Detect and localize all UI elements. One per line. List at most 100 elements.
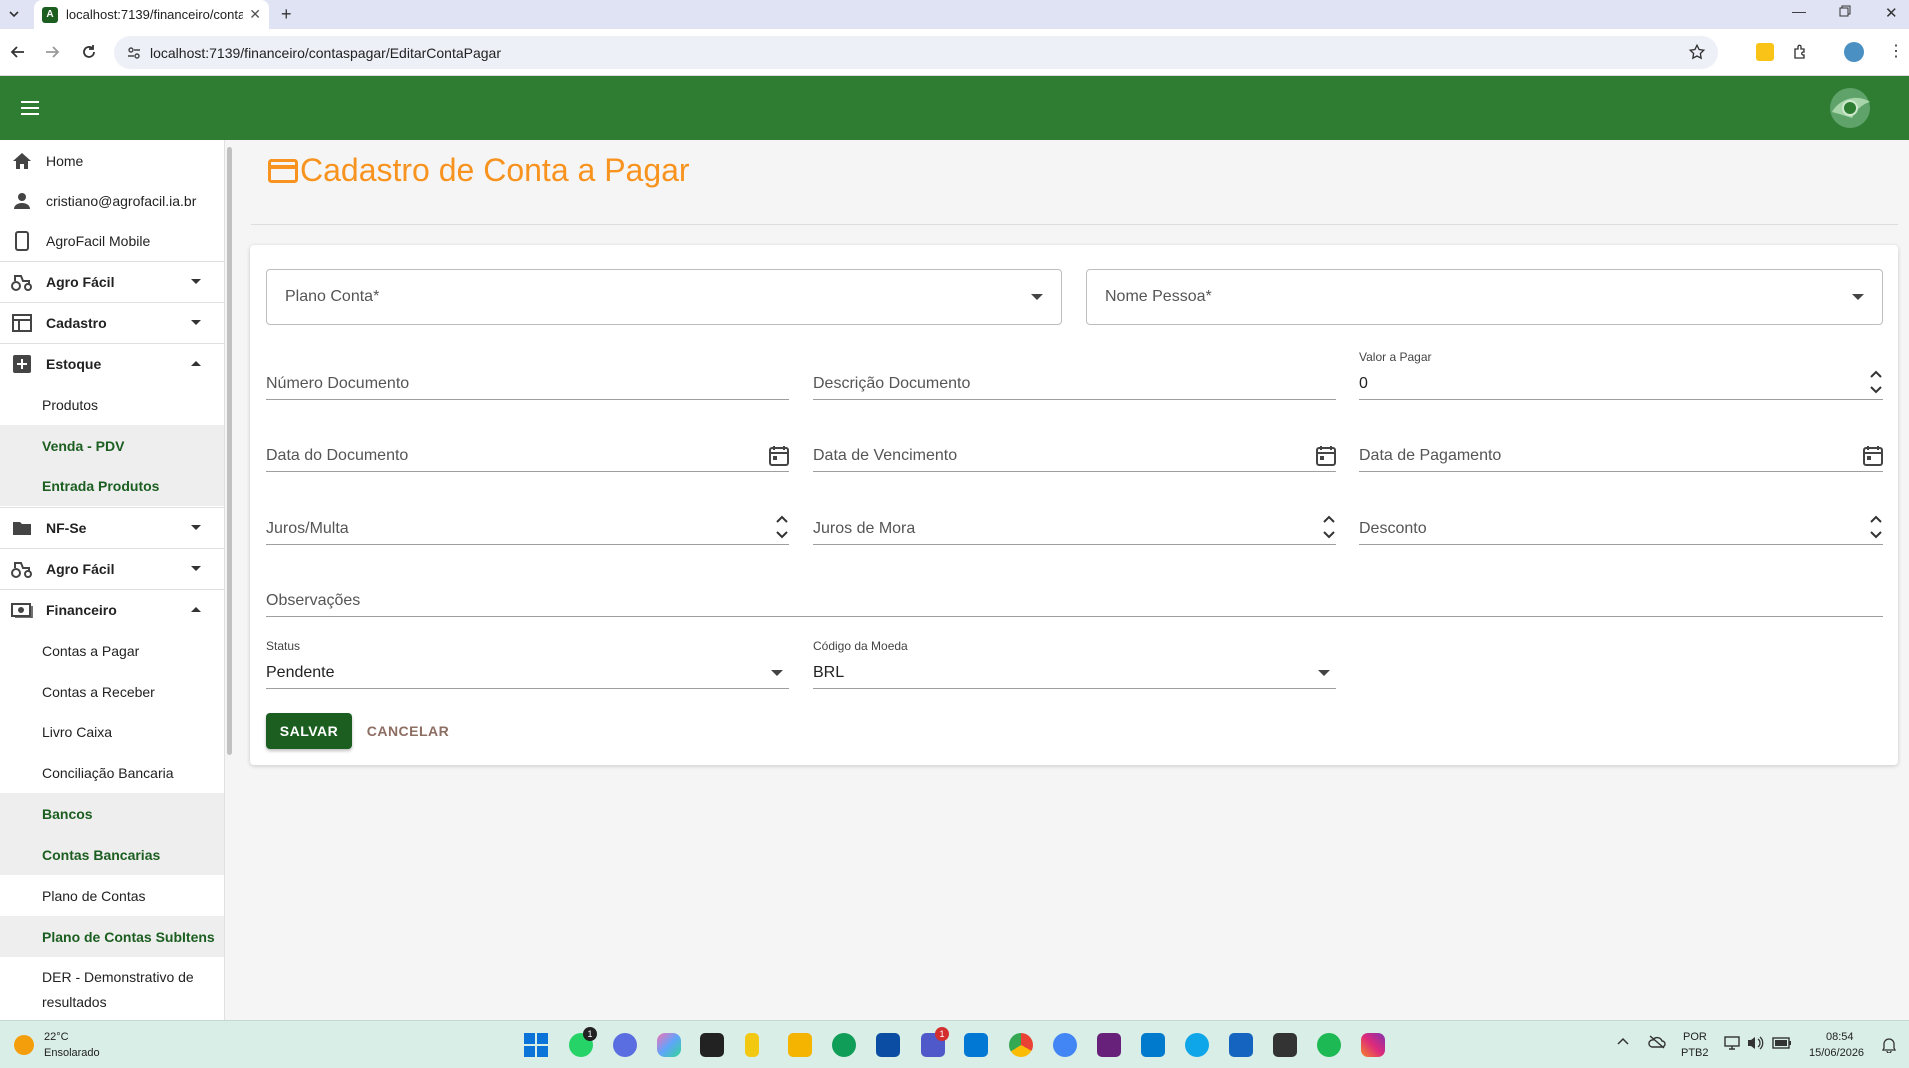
forward-icon[interactable]	[44, 44, 60, 60]
add-box-icon	[11, 353, 33, 375]
visual-studio-icon[interactable]	[1097, 1033, 1121, 1057]
minimize-icon[interactable]: —	[1792, 3, 1806, 19]
copilot-icon[interactable]	[657, 1033, 681, 1057]
tray-chevron-up-icon[interactable]	[1617, 1037, 1629, 1045]
chrome-icon[interactable]	[1009, 1033, 1033, 1057]
battery-icon[interactable]	[1772, 1037, 1792, 1049]
observacoes-field[interactable]: Observações	[266, 567, 1883, 617]
sidebar-item-label: Plano de Contas	[42, 887, 146, 904]
cloud-off-icon[interactable]	[1648, 1035, 1666, 1049]
extensions-puzzle-icon[interactable]	[1792, 43, 1810, 61]
extension-icon[interactable]	[1756, 43, 1774, 61]
powerbi-icon[interactable]	[745, 1033, 759, 1057]
browser-tab[interactable]: A localhost:7139/financeiro/conta ✕	[34, 0, 269, 29]
store-icon[interactable]	[876, 1033, 900, 1057]
network-icon[interactable]	[1724, 1035, 1740, 1051]
onedrive-icon[interactable]	[1185, 1033, 1209, 1057]
sidebar-item-produtos[interactable]: Produtos	[0, 384, 224, 425]
cancel-button[interactable]: CANCELAR	[358, 713, 458, 749]
codigo-moeda-value: BRL	[813, 664, 845, 681]
sidebar-item-der[interactable]: DER - Demonstrativo de resultados	[0, 957, 210, 1017]
nome-pessoa-select[interactable]: Nome Pessoa*	[1086, 269, 1883, 325]
sidebar-group-agro-facil[interactable]: Agro Fácil	[0, 261, 224, 302]
number-stepper-icon[interactable]	[1322, 514, 1336, 540]
file-explorer-icon[interactable]	[788, 1033, 812, 1057]
plano-conta-select[interactable]: Plano Conta*	[266, 269, 1062, 325]
sidebar-group-nfse[interactable]: NF-Se	[0, 507, 224, 548]
spotify-icon[interactable]	[1317, 1033, 1341, 1057]
keyboard-layout[interactable]: PTB2	[1681, 1047, 1709, 1059]
instagram-icon[interactable]	[1361, 1033, 1385, 1057]
sidebar-group-financeiro[interactable]: Financeiro	[0, 589, 224, 630]
database-icon[interactable]	[1229, 1033, 1253, 1057]
sidebar-item-plano-contas[interactable]: Plano de Contas	[0, 875, 224, 916]
reload-icon[interactable]	[80, 43, 98, 61]
language-indicator[interactable]: POR	[1683, 1031, 1707, 1043]
juros-mora-field[interactable]: Juros de Mora	[813, 495, 1336, 545]
clock-time[interactable]: 08:54	[1826, 1031, 1854, 1043]
sidebar-item-entrada-produtos[interactable]: Entrada Produtos	[0, 465, 224, 506]
vscode-icon[interactable]	[1141, 1033, 1165, 1057]
number-stepper-icon[interactable]	[1869, 369, 1883, 395]
notifications-bell-icon[interactable]	[1882, 1037, 1896, 1053]
status-select[interactable]: Status Pendente	[266, 639, 789, 689]
tractor-icon	[11, 558, 33, 580]
sidebar-item-livro-caixa[interactable]: Livro Caixa	[0, 711, 224, 752]
sidebar-item-contas-receber[interactable]: Contas a Receber	[0, 671, 224, 712]
numero-documento-label: Número Documento	[266, 375, 410, 392]
calendar-icon[interactable]	[1316, 445, 1336, 467]
sidebar-group-estoque[interactable]: Estoque	[0, 343, 224, 384]
calendar-icon[interactable]	[769, 445, 789, 467]
save-button[interactable]: SALVAR	[266, 713, 352, 749]
terminal-icon[interactable]	[700, 1033, 724, 1057]
sidebar-scrollbar[interactable]	[227, 147, 232, 755]
sidebar-item-plano-contas-subitens[interactable]: Plano de Contas SubItens	[0, 916, 224, 957]
sidebar-item-venda-pdv[interactable]: Venda - PDV	[0, 425, 224, 466]
clock-date[interactable]: 15/06/2026	[1809, 1047, 1864, 1059]
profile-avatar[interactable]	[1844, 42, 1864, 62]
menu-hamburger-icon[interactable]	[20, 100, 40, 116]
weather-sun-icon[interactable]	[14, 1035, 34, 1055]
sidebar-item-mobile[interactable]: AgroFacil Mobile	[0, 220, 224, 261]
sidebar-group-agro-facil-2[interactable]: Agro Fácil	[0, 548, 224, 589]
valor-pagar-label: Valor a Pagar	[1359, 350, 1432, 364]
tab-close-icon[interactable]: ✕	[249, 6, 261, 23]
number-stepper-icon[interactable]	[1869, 514, 1883, 540]
sidebar-group-cadastro[interactable]: Cadastro	[0, 302, 224, 343]
descricao-documento-field[interactable]: Descrição Documento	[813, 350, 1336, 400]
desconto-field[interactable]: Desconto	[1359, 495, 1883, 545]
window-close-icon[interactable]: ✕	[1885, 4, 1898, 22]
browser-menu-icon[interactable]: ⋮	[1888, 41, 1904, 61]
sidebar-item-user[interactable]: cristiano@agrofacil.ia.br	[0, 180, 224, 221]
sidebar-item-contas-bancarias[interactable]: Contas Bancarias	[0, 834, 224, 875]
back-icon[interactable]	[10, 44, 26, 60]
chevron-up-icon	[191, 607, 201, 612]
new-tab-icon[interactable]: +	[281, 4, 292, 25]
codigo-moeda-select[interactable]: Código da Moeda BRL	[813, 639, 1336, 689]
data-documento-field[interactable]: Data do Documento	[266, 422, 789, 472]
tab-search-icon[interactable]	[8, 9, 20, 19]
address-bar[interactable]: localhost:7139/financeiro/contaspagar/Ed…	[114, 36, 1718, 69]
site-info-icon[interactable]	[126, 45, 142, 61]
calendar-icon[interactable]	[1863, 445, 1883, 467]
sidebar-item-bancos[interactable]: Bancos	[0, 793, 224, 834]
number-stepper-icon[interactable]	[775, 514, 789, 540]
sidebar-item-contas-pagar[interactable]: Contas a Pagar	[0, 630, 224, 671]
vim-icon[interactable]	[1273, 1033, 1297, 1057]
bookmark-star-icon[interactable]	[1688, 43, 1706, 61]
app-icon[interactable]	[1053, 1033, 1077, 1057]
data-vencimento-field[interactable]: Data de Vencimento	[813, 422, 1336, 472]
valor-pagar-field[interactable]: Valor a Pagar 0	[1359, 350, 1883, 400]
data-pagamento-field[interactable]: Data de Pagamento	[1359, 422, 1883, 472]
numero-documento-field[interactable]: Número Documento	[266, 350, 789, 400]
windows-start-icon[interactable]	[524, 1033, 548, 1057]
juros-multa-field[interactable]: Juros/Multa	[266, 495, 789, 545]
restore-icon[interactable]	[1839, 5, 1851, 17]
messenger-icon[interactable]	[613, 1033, 637, 1057]
sidebar-item-home[interactable]: Home	[0, 140, 224, 181]
edge-icon[interactable]	[832, 1033, 856, 1057]
outlook-icon[interactable]	[964, 1033, 988, 1057]
volume-icon[interactable]	[1746, 1035, 1764, 1051]
sidebar-item-label: Contas a Receber	[42, 683, 155, 700]
sidebar-item-conciliacao[interactable]: Conciliação Bancaria	[0, 752, 224, 793]
